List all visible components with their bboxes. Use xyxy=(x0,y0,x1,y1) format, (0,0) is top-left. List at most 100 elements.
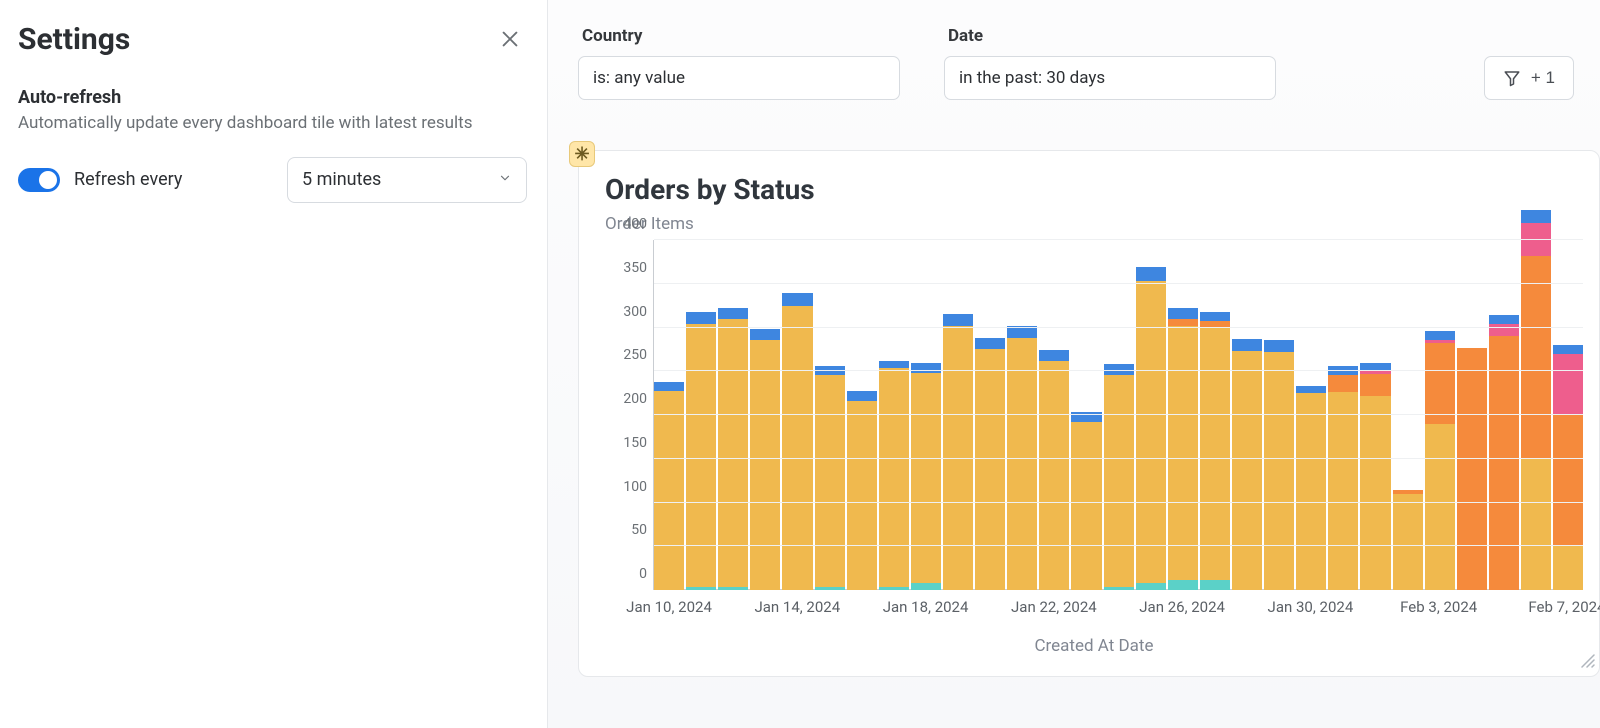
bar-segment-blue xyxy=(1007,326,1037,338)
refresh-interval-select[interactable]: 5 minutes xyxy=(287,157,527,203)
bar[interactable] xyxy=(1264,340,1294,590)
bar-segment-blue xyxy=(847,391,877,402)
tile-subtitle: Order Items xyxy=(605,214,1583,234)
bar-segment-orange xyxy=(1328,375,1358,393)
filter-date-input[interactable]: in the past: 30 days xyxy=(944,56,1276,100)
bar-segment-blue xyxy=(911,363,941,374)
auto-refresh-toggle[interactable] xyxy=(18,168,60,192)
bar[interactable] xyxy=(1521,210,1551,590)
bar-segment-blue xyxy=(1039,350,1069,361)
bar-segment-teal xyxy=(1168,580,1198,591)
chart: 050100150200250300350400 xyxy=(605,240,1583,590)
bar-segment-yellow xyxy=(1521,459,1551,590)
x-tick: Jan 22, 2024 xyxy=(1011,598,1097,616)
tile-title: Orders by Status xyxy=(605,173,1583,206)
settings-panel: Settings Auto-refresh Automatically upda… xyxy=(0,0,548,728)
more-filters-button[interactable]: + 1 xyxy=(1484,56,1574,100)
bar-segment-yellow xyxy=(975,349,1005,591)
auto-refresh-heading: Auto-refresh xyxy=(18,87,527,108)
bar[interactable] xyxy=(1039,350,1069,590)
y-tick: 50 xyxy=(631,522,647,538)
bar-segment-blue xyxy=(782,293,812,305)
bar-segment-yellow xyxy=(1071,422,1101,590)
bar-segment-orange xyxy=(1489,336,1519,590)
bar-segment-yellow xyxy=(1264,352,1294,590)
y-tick: 350 xyxy=(623,260,647,276)
bar-segment-yellow xyxy=(847,401,877,590)
bar[interactable] xyxy=(815,366,845,590)
bar[interactable] xyxy=(975,338,1005,590)
bar-segment-yellow xyxy=(1039,361,1069,590)
more-filters-count: + 1 xyxy=(1531,68,1555,88)
bar-segment-blue xyxy=(750,329,780,340)
bar-segment-blue xyxy=(1136,267,1166,281)
bar[interactable] xyxy=(1360,363,1390,590)
bar-segment-blue xyxy=(1232,339,1262,351)
bar[interactable] xyxy=(1328,366,1358,590)
bar-segment-yellow xyxy=(1007,338,1037,590)
bar-segment-blue xyxy=(1489,315,1519,324)
bar-segment-blue xyxy=(943,314,973,326)
y-tick: 100 xyxy=(623,479,647,495)
tile-resize-handle[interactable] xyxy=(1581,653,1595,672)
y-tick: 200 xyxy=(623,391,647,407)
bar-segment-orange xyxy=(1521,256,1551,459)
bar[interactable] xyxy=(879,361,909,590)
bar[interactable] xyxy=(1553,345,1583,590)
close-button[interactable] xyxy=(493,22,527,56)
filters-row: Country is: any value Date in the past: … xyxy=(578,26,1600,100)
bar-segment-teal xyxy=(1104,587,1134,591)
bar-segment-blue xyxy=(1168,308,1198,319)
bar[interactable] xyxy=(1393,490,1423,590)
bar-segment-yellow xyxy=(1425,424,1455,590)
bar[interactable] xyxy=(943,314,973,591)
bar-segment-teal xyxy=(718,587,748,591)
filter-icon xyxy=(1503,69,1521,87)
auto-refresh-desc: Automatically update every dashboard til… xyxy=(18,112,527,135)
filter-country-label: Country xyxy=(578,26,900,46)
bar-segment-yellow xyxy=(1553,545,1583,591)
bar-segment-teal xyxy=(879,587,909,591)
x-tick: Jan 10, 2024 xyxy=(626,598,712,616)
chevron-down-icon xyxy=(498,169,512,190)
bar-segment-yellow xyxy=(1360,396,1390,590)
bar-segment-blue xyxy=(1553,345,1583,354)
bar-segment-yellow xyxy=(879,368,909,587)
bar-segment-blue xyxy=(718,308,748,319)
bar-segment-yellow xyxy=(1393,494,1423,590)
bar-segment-yellow xyxy=(1104,375,1134,587)
bar-segment-blue xyxy=(1200,312,1230,321)
bar-segment-blue xyxy=(686,312,716,324)
chart-x-axis: Jan 10, 2024Jan 14, 2024Jan 18, 2024Jan … xyxy=(653,598,1583,622)
bar[interactable] xyxy=(1232,339,1262,590)
filter-country: Country is: any value xyxy=(578,26,900,100)
bar-segment-orange xyxy=(1425,343,1455,424)
bar[interactable] xyxy=(1457,348,1487,590)
bar[interactable] xyxy=(847,391,877,591)
x-tick: Jan 30, 2024 xyxy=(1268,598,1354,616)
bar-segment-blue xyxy=(654,382,684,391)
bar-segment-yellow xyxy=(1168,326,1198,580)
bar[interactable] xyxy=(750,329,780,590)
bar[interactable] xyxy=(654,382,684,590)
bar[interactable] xyxy=(686,312,716,590)
bar[interactable] xyxy=(1200,312,1230,590)
bar[interactable] xyxy=(1104,364,1134,590)
filter-country-value: is: any value xyxy=(593,68,685,88)
bar[interactable] xyxy=(1136,267,1166,590)
bar[interactable] xyxy=(911,363,941,591)
tile-badge-icon: ✳ xyxy=(569,141,595,167)
x-tick: Jan 18, 2024 xyxy=(883,598,969,616)
bar[interactable] xyxy=(1168,308,1198,590)
x-tick: Feb 7, 2024 xyxy=(1528,598,1600,616)
bar[interactable] xyxy=(1296,386,1326,590)
bar[interactable] xyxy=(1489,315,1519,590)
x-tick: Jan 26, 2024 xyxy=(1139,598,1225,616)
y-tick: 150 xyxy=(623,435,647,451)
bar[interactable] xyxy=(718,308,748,590)
dashboard-panel: Country is: any value Date in the past: … xyxy=(548,0,1600,728)
bar-segment-blue xyxy=(1425,331,1455,340)
filter-country-input[interactable]: is: any value xyxy=(578,56,900,100)
y-tick: 250 xyxy=(623,347,647,363)
bar-segment-orange xyxy=(1360,374,1390,396)
